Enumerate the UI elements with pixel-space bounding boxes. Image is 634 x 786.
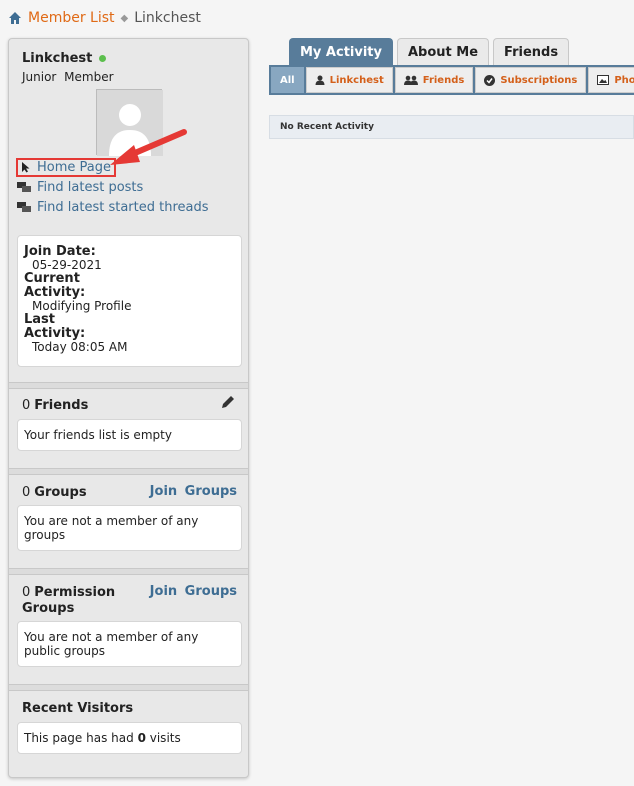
- section-divider: [9, 684, 248, 691]
- activity-filter-bar: All Linkchest Friends Subscriptions Phot…: [269, 65, 634, 95]
- friends-title-text: Friends: [34, 398, 89, 413]
- tab-about-me[interactable]: About Me: [397, 38, 490, 65]
- subtab-all[interactable]: All: [271, 67, 304, 93]
- profile-name: Linkchest: [22, 51, 107, 66]
- avatar: [96, 89, 163, 156]
- friends-icon: [403, 75, 418, 85]
- last-activity-label-2: Activity:: [24, 326, 86, 341]
- last-activity-value: Today 08:05 AM: [32, 340, 128, 354]
- subtab-photos-label[interactable]: Photos: [614, 75, 634, 86]
- permission-groups-panel: You are not a member of any public group…: [17, 621, 242, 667]
- groups-panel: You are not a member of any groups: [17, 505, 242, 551]
- subtab-photos[interactable]: Photos: [588, 67, 634, 93]
- current-activity-value: Modifying Profile: [32, 299, 132, 313]
- permission-groups-title-2: Groups: [22, 601, 75, 616]
- subtab-linkchest-label[interactable]: Linkchest: [330, 75, 384, 86]
- subtab-friends[interactable]: Friends: [394, 67, 474, 93]
- join-date-label: Join Date:: [24, 244, 96, 259]
- join-permission-groups-link[interactable]: Join Groups: [150, 584, 237, 599]
- section-divider: [9, 382, 248, 389]
- find-latest-threads-link[interactable]: Find latest started threads: [17, 197, 209, 217]
- find-latest-threads-label[interactable]: Find latest started threads: [37, 200, 209, 215]
- subtab-linkchest[interactable]: Linkchest: [305, 67, 393, 93]
- tab-my-activity[interactable]: My Activity: [289, 38, 393, 65]
- section-divider: [9, 568, 248, 575]
- subtab-all-label[interactable]: All: [280, 75, 295, 86]
- groups-title-text: Groups: [34, 485, 87, 500]
- permission-groups-title: 0 Permission Groups: [22, 585, 115, 617]
- profile-username: Linkchest: [22, 51, 93, 66]
- posts-icon: [17, 182, 31, 192]
- home-icon[interactable]: [8, 11, 22, 25]
- visitors-panel: This page has had 0 visits: [17, 722, 242, 754]
- join-groups-link[interactable]: Join Groups: [150, 484, 237, 499]
- home-page-link[interactable]: Home Page: [16, 157, 209, 177]
- breadcrumb-separator-icon: ◆: [120, 12, 129, 24]
- about-panel: Join Date: 05-29-2021 Current Activity: …: [17, 235, 242, 367]
- profile-tabs: My Activity About Me Friends: [289, 38, 573, 65]
- photo-icon: [597, 75, 610, 85]
- threads-icon: [17, 202, 31, 212]
- groups-title: 0 Groups: [22, 485, 87, 500]
- check-circle-icon: [484, 74, 496, 86]
- current-activity-label-2: Activity:: [24, 285, 86, 300]
- friends-count: 0: [22, 398, 31, 413]
- pencil-icon[interactable]: [220, 394, 236, 410]
- visitors-count: 0: [137, 731, 146, 745]
- visitors-text-after: visits: [149, 731, 181, 745]
- breadcrumb-current: Linkchest: [134, 10, 201, 26]
- no-activity-message: No Recent Activity: [269, 115, 634, 139]
- user-icon: [315, 75, 325, 85]
- online-status-icon: [99, 55, 107, 62]
- home-page-highlight[interactable]: Home Page: [16, 157, 116, 177]
- breadcrumb: Member List ◆ Linkchest: [8, 8, 201, 28]
- visitors-text-before: This page has had: [24, 731, 134, 745]
- tab-friends[interactable]: Friends: [493, 38, 570, 65]
- profile-links: Home Page Find latest posts Find latest …: [16, 157, 209, 217]
- section-divider: [9, 468, 248, 475]
- profile-sidebar: Linkchest Junior Member Home Page Find l…: [8, 38, 249, 778]
- subtab-subscriptions[interactable]: Subscriptions: [475, 67, 587, 93]
- breadcrumb-member-list[interactable]: Member List: [28, 10, 115, 26]
- profile-rank: Junior Member: [22, 70, 114, 84]
- friends-panel: Your friends list is empty: [17, 419, 242, 451]
- friends-title: 0 Friends: [22, 398, 88, 413]
- cursor-icon: [22, 162, 30, 173]
- last-activity-label-1: Last: [24, 312, 56, 327]
- home-page-label[interactable]: Home Page: [37, 160, 111, 175]
- recent-visitors-title: Recent Visitors: [22, 701, 134, 716]
- permission-groups-title-1: Permission: [34, 585, 116, 600]
- permission-groups-count: 0: [22, 585, 31, 600]
- find-latest-posts-label[interactable]: Find latest posts: [37, 180, 143, 195]
- groups-count: 0: [22, 485, 31, 500]
- subtab-subscriptions-label[interactable]: Subscriptions: [500, 75, 577, 86]
- find-latest-posts-link[interactable]: Find latest posts: [17, 177, 209, 197]
- current-activity-label-1: Current: [24, 271, 80, 286]
- subtab-friends-label[interactable]: Friends: [423, 75, 465, 86]
